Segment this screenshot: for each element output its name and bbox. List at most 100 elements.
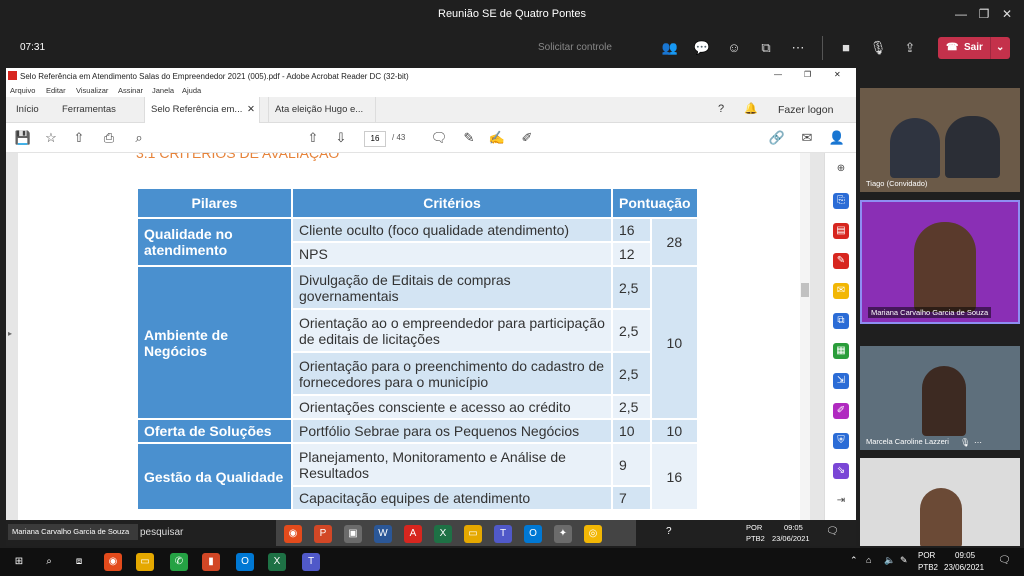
page-number-input[interactable]: 16 [364, 131, 386, 147]
whatsapp-icon[interactable]: ✆ [170, 553, 188, 571]
chevron-down-icon[interactable]: ⌄ [996, 42, 1004, 53]
create-pdf-icon[interactable]: ▤ [833, 223, 849, 239]
chrome-icon[interactable]: ◉ [284, 525, 302, 543]
zoom-search-icon[interactable]: ⌕ [130, 129, 148, 147]
login-button[interactable]: Fazer logon [778, 104, 833, 116]
add-user-icon[interactable]: 👤 [828, 129, 846, 147]
menu-ajuda[interactable]: Ajuda [182, 86, 201, 95]
bell-icon[interactable]: 🔔 [744, 102, 758, 115]
keyboard-layout[interactable]: PTB2 [918, 563, 938, 572]
protect-icon[interactable]: ⛨ [833, 433, 849, 449]
more-tools-icon[interactable]: ⇘ [833, 463, 849, 479]
link-icon[interactable]: 🔗 [768, 129, 786, 147]
menu-arquivo[interactable]: Arquivo [10, 86, 35, 95]
more-options-icon[interactable]: ⋯ [788, 38, 808, 58]
tab-selo-referencia[interactable]: Selo Referência em... ✕ [144, 97, 260, 123]
keyboard-layout[interactable]: PTB2 [746, 534, 765, 543]
task-view-icon[interactable]: ⧈ [70, 553, 88, 571]
explorer-icon[interactable]: ▭ [464, 525, 482, 543]
explorer-icon[interactable]: ▭ [136, 553, 154, 571]
help-icon[interactable]: ? [718, 103, 724, 115]
bookmark-star-icon[interactable]: ☆ [42, 129, 60, 147]
upload-icon[interactable]: ⇧ [70, 129, 88, 147]
powerpoint-icon[interactable]: P [314, 525, 332, 543]
tab-ata-eleicao[interactable]: Ata eleição Hugo e... [268, 97, 376, 123]
edit-icon[interactable]: ✎ [900, 555, 908, 566]
notifications-icon[interactable]: 🗨 [826, 526, 839, 537]
highlight-pen-icon[interactable]: ✎ [460, 129, 478, 147]
edit-pdf-icon[interactable]: ✎ [833, 253, 849, 269]
combine-icon[interactable]: ⧉ [833, 313, 849, 329]
collapse-rail-icon[interactable]: ⇥ [833, 493, 849, 509]
share-screen-icon[interactable]: ⇪ [900, 38, 920, 58]
organize-icon[interactable]: ▦ [833, 343, 849, 359]
acrobat-icon[interactable]: A [404, 525, 422, 543]
close-tab-icon[interactable]: ✕ [247, 97, 255, 123]
tab-inicio[interactable]: Início [10, 97, 45, 123]
windows-start-icon[interactable]: ⊞ [10, 553, 28, 571]
help-circle-icon[interactable]: ? [666, 526, 672, 537]
maximize-icon[interactable]: ❐ [973, 4, 995, 24]
comment-tool-icon[interactable]: ✉ [833, 283, 849, 299]
chevron-up-icon[interactable]: ⌃ [850, 555, 858, 566]
vertical-scrollbar[interactable] [800, 153, 810, 520]
office-icon[interactable]: ▮ [202, 553, 220, 571]
menu-janela[interactable]: Janela [152, 86, 174, 95]
scrollbar-thumb[interactable] [801, 283, 809, 297]
network-icon[interactable]: ⌂ [866, 555, 871, 565]
word-icon[interactable]: W [374, 525, 392, 543]
save-icon[interactable]: 💾 [14, 129, 32, 147]
chrome-icon[interactable]: ◉ [104, 553, 122, 571]
close-icon[interactable]: ✕ [834, 70, 841, 79]
menu-assinar[interactable]: Assinar [118, 86, 143, 95]
mail-icon[interactable]: ✉ [798, 129, 816, 147]
chat-icon[interactable]: 💬 [692, 38, 712, 58]
notifications-icon[interactable]: 🗨 [998, 555, 1011, 566]
participant-tile-active[interactable]: Mariana Carvalho Garcia de Souza [860, 200, 1020, 324]
app-icon[interactable]: ▣ [344, 525, 362, 543]
search-icon[interactable]: ⌕ [40, 553, 58, 571]
reactions-icon[interactable]: ☺ [724, 38, 744, 58]
input-language[interactable]: POR [918, 551, 935, 560]
outlook-icon[interactable]: O [236, 553, 254, 571]
minimize-icon[interactable]: — [950, 4, 972, 24]
app-icon[interactable]: ◎ [584, 525, 602, 543]
input-language[interactable]: POR [746, 523, 762, 532]
print-icon[interactable]: ⎙ [100, 129, 118, 147]
outlook-icon[interactable]: O [524, 525, 542, 543]
maximize-icon[interactable]: ❐ [804, 70, 811, 79]
menu-visualizar[interactable]: Visualizar [76, 86, 108, 95]
teams-icon[interactable]: T [302, 553, 320, 571]
leave-button[interactable]: ☎ Sair ⌄ [938, 37, 1010, 59]
participant-tile[interactable] [860, 458, 1020, 546]
participants-icon[interactable]: 👥 [660, 38, 680, 58]
participant-tile[interactable]: Marcela Caroline Lazzeri 🎙 ⋯ [860, 346, 1020, 450]
draw-icon[interactable]: ✍ [488, 129, 506, 147]
tab-ferramentas[interactable]: Ferramentas [56, 97, 122, 123]
page-up-icon[interactable]: ⇧ [304, 129, 322, 147]
left-panel-toggle-icon[interactable]: ▸ [8, 329, 12, 338]
participant-tile[interactable]: Tiago (Convidado) [860, 88, 1020, 192]
more-options-icon[interactable]: ⋯ [974, 438, 982, 447]
comment-icon[interactable]: 🗨 [430, 129, 448, 147]
zoom-icon[interactable]: ⊕ [833, 161, 849, 177]
volume-icon[interactable]: 🔈 [884, 555, 895, 566]
excel-icon[interactable]: X [434, 525, 452, 543]
export-pdf-icon[interactable]: ⎘ [833, 193, 849, 209]
camera-icon[interactable]: ■ [836, 38, 856, 58]
teams-icon[interactable]: T [494, 525, 512, 543]
search-box[interactable]: pesquisar [140, 527, 183, 538]
page-down-icon[interactable]: ⇩ [332, 129, 350, 147]
fill-sign-icon[interactable]: ✐ [518, 129, 536, 147]
breakout-rooms-icon[interactable]: ⧉ [756, 38, 776, 58]
fill-sign-tool-icon[interactable]: ✐ [833, 403, 849, 419]
menu-editar[interactable]: Editar [46, 86, 66, 95]
excel-icon[interactable]: X [268, 553, 286, 571]
minimize-icon[interactable]: — [774, 70, 782, 79]
app-icon[interactable]: ✦ [554, 525, 572, 543]
request-control-button[interactable]: Solicitar controle [538, 42, 612, 53]
document-area[interactable]: 3.1 CRITÉRIOS DE AVALIAÇÃO Pilares Crité… [6, 153, 824, 520]
compress-icon[interactable]: ⇲ [833, 373, 849, 389]
close-icon[interactable]: ✕ [996, 4, 1018, 24]
mic-off-icon[interactable]: 🎙 [868, 38, 888, 58]
